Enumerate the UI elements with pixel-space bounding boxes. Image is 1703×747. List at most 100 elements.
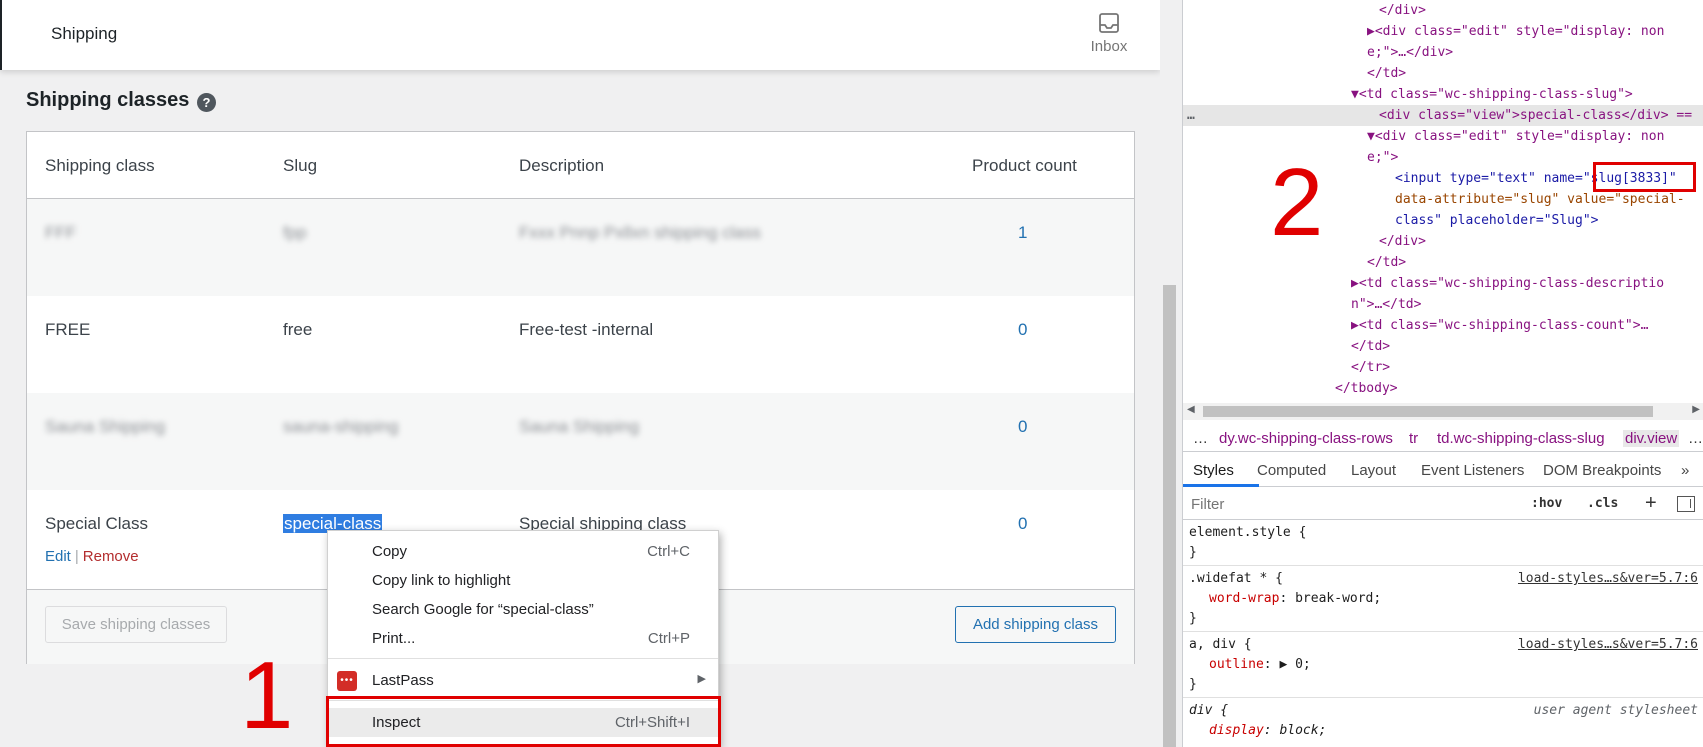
hover-state-toggle[interactable]: :hov (1531, 496, 1562, 511)
row-class-name: Special Class (45, 514, 148, 533)
dom-breadcrumb: … dy.wc-shipping-class-rows tr td.wc-shi… (1183, 426, 1703, 452)
dom-line[interactable]: </td> (1183, 336, 1703, 357)
rule-declaration[interactable]: display: block; (1209, 723, 1326, 738)
page-scrollbar-thumb[interactable] (1163, 285, 1176, 747)
tab-dom-breakpoints[interactable]: DOM Breakpoints (1543, 462, 1661, 479)
dom-ellipsis-icon[interactable]: … (1187, 105, 1195, 126)
annotation-step-2: 2 (1270, 149, 1324, 256)
menu-item-label: LastPass (372, 672, 434, 689)
new-rule-icon[interactable]: + (1645, 492, 1657, 515)
tab-event-listeners[interactable]: Event Listeners (1421, 462, 1524, 479)
help-icon[interactable]: ? (197, 93, 216, 112)
menu-item-shortcut: Ctrl+C (647, 543, 690, 560)
dom-line[interactable]: ▼<div class="edit" style="display: non (1183, 126, 1703, 147)
menu-item-label: Copy link to highlight (372, 572, 511, 589)
row-product-count-link[interactable]: 0 (1018, 514, 1027, 534)
breadcrumb-item[interactable]: … (1193, 430, 1208, 447)
menu-item-copy-link-to-highlight[interactable]: Copy link to highlight (328, 566, 718, 595)
rule-selector[interactable]: .widefat * { (1189, 571, 1283, 586)
toggle-sidebar-icon[interactable] (1677, 496, 1695, 512)
rule-selector[interactable]: a, div { (1189, 637, 1252, 652)
rule-declaration[interactable]: outline: ▶ 0; (1209, 657, 1311, 672)
inbox-button[interactable]: Inbox (1087, 12, 1131, 55)
css-value: break-word; (1295, 591, 1382, 606)
breadcrumb-item[interactable]: tr (1409, 430, 1418, 447)
row-class-name: FREE (45, 320, 91, 339)
tabs-overflow-icon[interactable]: » (1681, 462, 1689, 479)
dom-scrollbar-thumb[interactable] (1203, 406, 1653, 417)
class-toggle[interactable]: .cls (1587, 496, 1618, 511)
rule-source-link[interactable]: load-styles…s&ver=5.7:6 (1518, 571, 1698, 586)
css-property: outline (1209, 657, 1264, 672)
dom-line-text: </td> (1351, 339, 1391, 354)
rule-source-link[interactable]: load-styles…s&ver=5.7:6 (1518, 637, 1698, 652)
page-title: Shipping (51, 24, 118, 43)
row-slug: fpp (283, 223, 307, 242)
tab-styles[interactable]: Styles (1193, 462, 1234, 479)
dom-line[interactable]: ▶<td class="wc-shipping-class-descriptio (1183, 273, 1703, 294)
table-row: Sauna Shipping sauna-shipping Sauna Ship… (27, 393, 1134, 490)
dom-line-text: n">…</td> (1351, 297, 1422, 312)
dom-line[interactable]: </div> (1183, 231, 1703, 252)
menu-item-print[interactable]: Print... Ctrl+P (328, 624, 718, 653)
dom-line[interactable]: </tbody> (1183, 378, 1703, 399)
dom-line[interactable]: </td> (1183, 63, 1703, 84)
rule-declaration[interactable]: word-wrap: break-word; (1209, 591, 1381, 606)
styles-filter-input[interactable]: Filter (1191, 496, 1224, 513)
menu-item-label: Copy (372, 543, 408, 560)
rule-selector[interactable]: div { (1189, 703, 1228, 718)
remove-link[interactable]: Remove (83, 548, 139, 565)
menu-item-copy[interactable]: Copy Ctrl+C (328, 537, 718, 566)
add-shipping-class-button[interactable]: Add shipping class (955, 606, 1116, 643)
row-product-count-link[interactable]: 1 (1018, 223, 1027, 243)
tab-computed[interactable]: Computed (1257, 462, 1326, 479)
edit-link[interactable]: Edit (45, 548, 71, 565)
breadcrumb-item[interactable]: … (1688, 430, 1703, 447)
dom-line-text: </tr> (1351, 360, 1391, 375)
dom-line[interactable]: </tr> (1183, 357, 1703, 378)
dom-line-text: <div class="view">special-class</div> == (1379, 108, 1693, 123)
annotation-step-1: 1 (240, 642, 294, 747)
menu-item-lastpass[interactable]: ••• LastPass ▶ (328, 666, 718, 695)
menu-item-shortcut: Ctrl+P (647, 630, 690, 647)
header-description: Description (519, 156, 605, 175)
tab-layout[interactable]: Layout (1351, 462, 1396, 479)
dom-line-selected[interactable]: … <div class="view">special-class</div> … (1183, 105, 1703, 126)
breadcrumb-item[interactable]: dy.wc-shipping-class-rows (1219, 430, 1393, 447)
action-separator: | (74, 548, 79, 565)
inbox-label: Inbox (1090, 38, 1128, 55)
wp-admin-area: Shipping Inbox Shipping classes ? Shippi… (0, 0, 1160, 747)
submenu-arrow-icon: ▶ (697, 673, 706, 685)
breadcrumb-item[interactable]: td.wc-shipping-class-slug (1437, 430, 1605, 447)
css-value: ▶ 0; (1279, 657, 1311, 672)
dom-line[interactable]: e;">…</div> (1183, 42, 1703, 63)
css-rule: element.style { } (1183, 521, 1703, 566)
dom-line[interactable]: class" placeholder="Slug"> (1183, 210, 1703, 231)
dom-line[interactable]: </div> (1183, 0, 1703, 21)
scroll-right-icon[interactable]: ▶ (1692, 404, 1700, 415)
dom-line-text: </div> (1379, 3, 1426, 18)
header-shipping-class: Shipping class (45, 156, 155, 175)
dom-line[interactable]: ▶<div class="edit" style="display: non (1183, 21, 1703, 42)
scroll-left-icon[interactable]: ◀ (1187, 404, 1195, 415)
dom-horizontal-scrollbar[interactable]: ◀ ▶ (1183, 403, 1703, 420)
dom-line-text: </tbody> (1335, 381, 1398, 396)
header-product-count: Product count (972, 156, 1077, 175)
row-class-name: Sauna Shipping (45, 417, 166, 436)
active-tab-indicator (1183, 484, 1259, 487)
dom-line[interactable]: n">…</td> (1183, 294, 1703, 315)
save-shipping-classes-button[interactable]: Save shipping classes (45, 606, 227, 643)
breadcrumb-item-active[interactable]: div.view (1623, 430, 1680, 447)
rule-selector[interactable]: element.style { (1189, 525, 1306, 540)
row-product-count-link[interactable]: 0 (1018, 417, 1027, 437)
styles-filter-bar: Filter :hov .cls + (1183, 490, 1703, 520)
dom-line[interactable]: </td> (1183, 252, 1703, 273)
row-product-count-link[interactable]: 0 (1018, 320, 1027, 340)
dom-line[interactable]: data-attribute="slug" value="special- (1183, 189, 1703, 210)
rule-close: } (1189, 677, 1197, 692)
dom-line[interactable]: ▶<td class="wc-shipping-class-count">… (1183, 315, 1703, 336)
dom-line-text: </div> (1379, 234, 1426, 249)
row-class-name: FFF (45, 223, 77, 242)
menu-item-search-google[interactable]: Search Google for “special-class” (328, 595, 718, 624)
dom-line[interactable]: ▼<td class="wc-shipping-class-slug"> (1183, 84, 1703, 105)
